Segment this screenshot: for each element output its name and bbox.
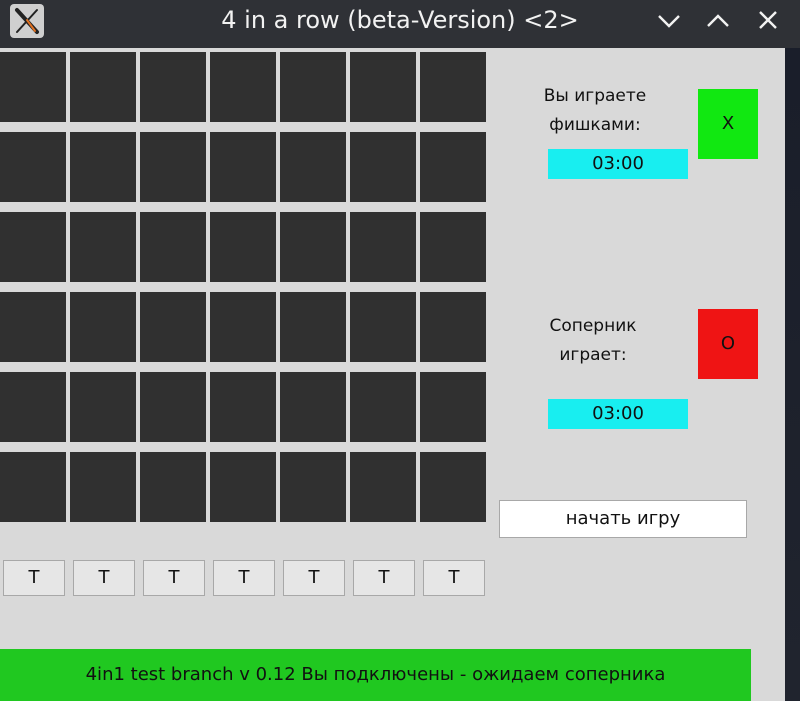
board-cell bbox=[350, 452, 416, 522]
drop-column-button[interactable]: T bbox=[3, 560, 65, 596]
title-bar[interactable]: 4 in a row (beta-Version) <2> bbox=[0, 0, 800, 48]
board-cell bbox=[140, 292, 206, 362]
board-cell bbox=[140, 132, 206, 202]
board-cell bbox=[420, 292, 486, 362]
board-cell bbox=[350, 292, 416, 362]
game-window: TTTTTTT Вы играете фишками: X 03:00 Сопе… bbox=[0, 48, 785, 701]
player-label-line2: фишками: bbox=[549, 115, 641, 135]
board-cell bbox=[0, 132, 66, 202]
desktop-background bbox=[785, 48, 800, 701]
board-cell bbox=[70, 52, 136, 122]
board-cell bbox=[350, 132, 416, 202]
board-cell bbox=[70, 452, 136, 522]
board-cell bbox=[140, 452, 206, 522]
board-cell bbox=[350, 212, 416, 282]
player-label: Вы играете фишками: bbox=[520, 82, 670, 140]
board-cell bbox=[280, 292, 346, 362]
board-cell bbox=[420, 372, 486, 442]
player-piece: X bbox=[698, 89, 758, 159]
board-cell bbox=[420, 452, 486, 522]
board-cell bbox=[0, 292, 66, 362]
board-cell bbox=[420, 52, 486, 122]
board-cell bbox=[210, 452, 276, 522]
drop-column-button[interactable]: T bbox=[353, 560, 415, 596]
board-cell bbox=[210, 292, 276, 362]
maximize-icon bbox=[707, 14, 729, 27]
opponent-label: Соперник играет: bbox=[518, 312, 668, 370]
drop-column-button[interactable]: T bbox=[423, 560, 485, 596]
close-button[interactable] bbox=[753, 8, 783, 34]
board-cell bbox=[70, 132, 136, 202]
board-cell bbox=[280, 372, 346, 442]
board-cell bbox=[140, 372, 206, 442]
opponent-label-line2: играет: bbox=[559, 345, 627, 365]
close-icon bbox=[759, 11, 777, 29]
drop-column-button[interactable]: T bbox=[73, 560, 135, 596]
x-logo-icon bbox=[10, 4, 44, 38]
start-game-button[interactable]: начать игру bbox=[499, 500, 747, 538]
board-cell bbox=[70, 372, 136, 442]
player-timer: 03:00 bbox=[548, 149, 688, 179]
board-cell bbox=[280, 132, 346, 202]
board-cell bbox=[210, 212, 276, 282]
minimize-icon bbox=[658, 15, 680, 28]
board-cell bbox=[210, 132, 276, 202]
board-cell bbox=[0, 372, 66, 442]
board-cell bbox=[210, 372, 276, 442]
status-bar: 4in1 test branch v 0.12 Вы подключены - … bbox=[0, 649, 751, 701]
drop-column-button[interactable]: T bbox=[213, 560, 275, 596]
board-cell bbox=[210, 52, 276, 122]
opponent-timer: 03:00 bbox=[548, 399, 688, 429]
board-cell bbox=[0, 452, 66, 522]
board-cell bbox=[350, 372, 416, 442]
minimize-button[interactable] bbox=[654, 8, 684, 34]
drop-column-button[interactable]: T bbox=[143, 560, 205, 596]
board-cell bbox=[280, 452, 346, 522]
board-cell bbox=[350, 52, 416, 122]
board-cell bbox=[280, 52, 346, 122]
board-cell bbox=[70, 212, 136, 282]
drop-column-button[interactable]: T bbox=[283, 560, 345, 596]
board-cell bbox=[0, 52, 66, 122]
board-cell bbox=[280, 212, 346, 282]
board-cell bbox=[0, 212, 66, 282]
maximize-button[interactable] bbox=[703, 8, 733, 34]
board-cell bbox=[420, 212, 486, 282]
board-cell bbox=[140, 52, 206, 122]
board-cell bbox=[140, 212, 206, 282]
opponent-label-line1: Соперник bbox=[549, 316, 637, 336]
board-cell bbox=[70, 292, 136, 362]
player-label-line1: Вы играете bbox=[543, 86, 647, 106]
board-cell bbox=[420, 132, 486, 202]
opponent-piece: O bbox=[698, 309, 758, 379]
